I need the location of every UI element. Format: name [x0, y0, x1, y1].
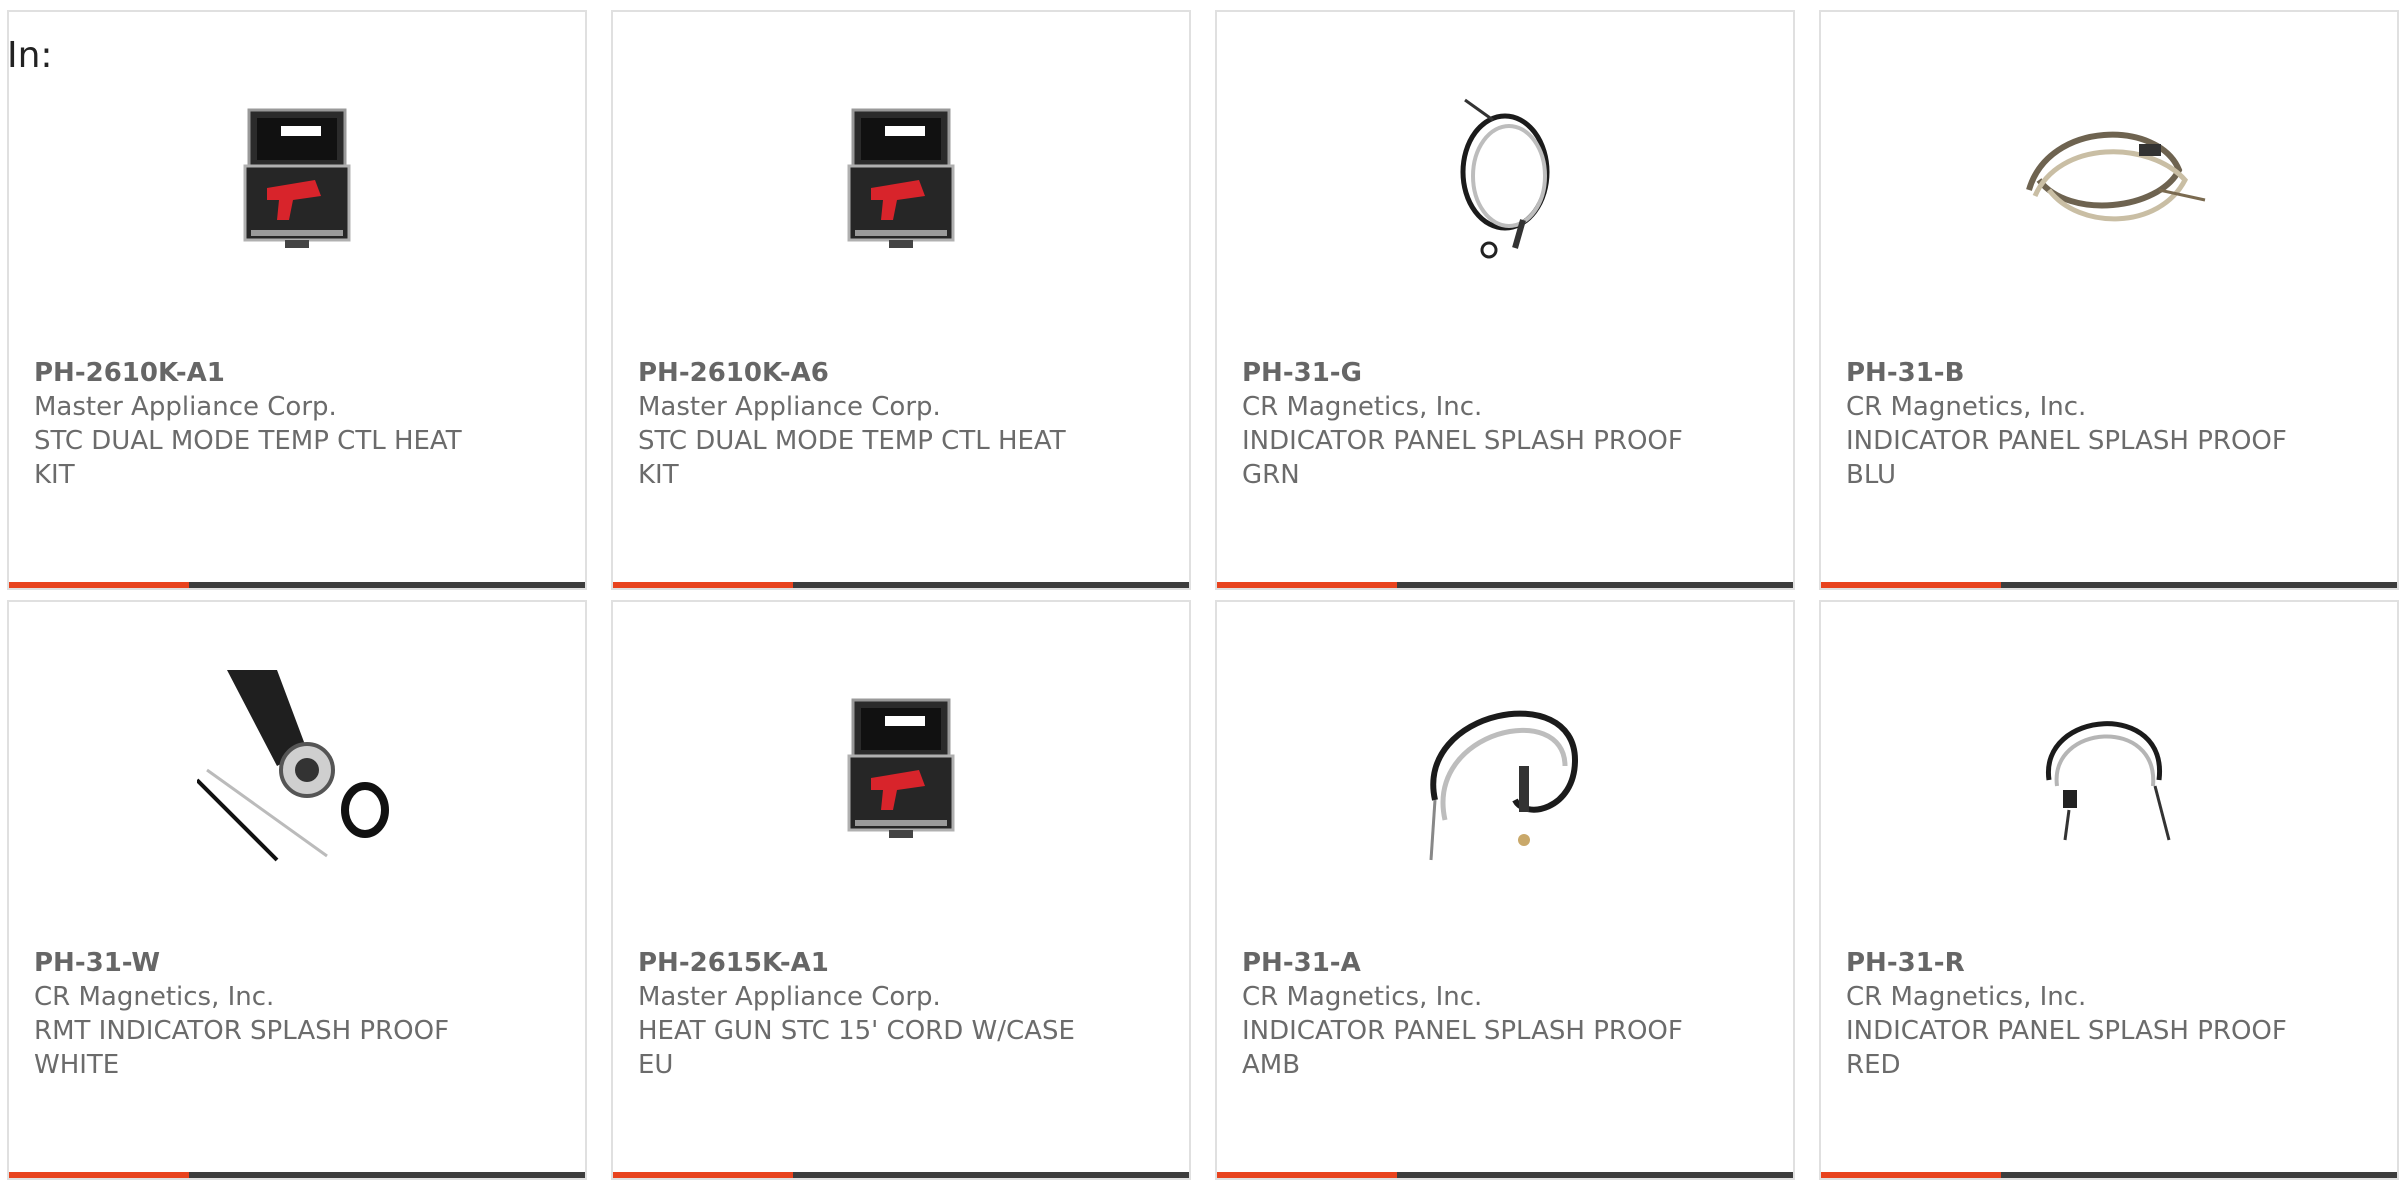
manufacturer: Master Appliance Corp.: [638, 982, 941, 1012]
product-image[interactable]: [197, 670, 397, 870]
part-number[interactable]: PH-2610K-A6: [638, 356, 1098, 390]
card-bottom-bar: [9, 1172, 585, 1178]
product-card[interactable]: PH-31-W CR Magnetics, Inc. RMT INDICATOR…: [7, 600, 587, 1180]
product-image[interactable]: [2009, 80, 2209, 280]
product-card[interactable]: PH-31-B CR Magnetics, Inc. INDICATOR PAN…: [1819, 10, 2399, 590]
product-card[interactable]: PH-31-R CR Magnetics, Inc. INDICATOR PAN…: [1819, 600, 2399, 1180]
product-image[interactable]: [1405, 670, 1605, 870]
card-accent: [1217, 1172, 1397, 1178]
product-image[interactable]: [197, 80, 397, 280]
card-accent: [9, 1172, 189, 1178]
manufacturer: CR Magnetics, Inc.: [34, 982, 275, 1012]
product-card[interactable]: PH-31-A CR Magnetics, Inc. INDICATOR PAN…: [1215, 600, 1795, 1180]
product-card[interactable]: PH-2610K-A1 Master Appliance Corp. STC D…: [7, 10, 587, 590]
card-bottom-bar: [1821, 1172, 2397, 1178]
manufacturer: CR Magnetics, Inc.: [1846, 982, 2087, 1012]
indicator-wire-icon: [2046, 721, 2171, 841]
manufacturer: Master Appliance Corp.: [638, 392, 941, 422]
card-accent: [1821, 582, 2001, 588]
card-bottom-bar: [613, 1172, 1189, 1178]
part-number[interactable]: PH-31-W: [34, 946, 494, 980]
product-card[interactable]: PH-31-G CR Magnetics, Inc. INDICATOR PAN…: [1215, 10, 1795, 590]
heat-gun-kit-icon: [243, 108, 351, 248]
product-image[interactable]: [1405, 80, 1605, 280]
part-number[interactable]: PH-2615K-A1: [638, 946, 1098, 980]
heat-gun-kit-icon: [847, 108, 955, 248]
part-number[interactable]: PH-31-A: [1242, 946, 1702, 980]
card-bottom-bar: [613, 582, 1189, 588]
card-bottom-bar: [1217, 582, 1793, 588]
product-image[interactable]: [801, 670, 1001, 870]
indicator-wire-icon: [1429, 710, 1579, 861]
manufacturer: CR Magnetics, Inc.: [1846, 392, 2087, 422]
card-accent: [613, 582, 793, 588]
card-bottom-bar: [1217, 1172, 1793, 1178]
description: INDICATOR PANEL SPLASH PROOF GRN: [1242, 426, 1683, 490]
card-accent: [613, 1172, 793, 1178]
description: INDICATOR PANEL SPLASH PROOF BLU: [1846, 426, 2287, 490]
description: INDICATOR PANEL SPLASH PROOF AMB: [1242, 1016, 1683, 1080]
part-number[interactable]: PH-2610K-A1: [34, 356, 494, 390]
description: STC DUAL MODE TEMP CTL HEAT KIT: [34, 426, 462, 490]
part-number[interactable]: PH-31-G: [1242, 356, 1702, 390]
description: STC DUAL MODE TEMP CTL HEAT KIT: [638, 426, 1066, 490]
manufacturer: Master Appliance Corp.: [34, 392, 337, 422]
product-image[interactable]: [2009, 670, 2209, 870]
description: RMT INDICATOR SPLASH PROOF WHITE: [34, 1016, 450, 1080]
part-number[interactable]: PH-31-R: [1846, 946, 2306, 980]
product-grid: PH-2610K-A1 Master Appliance Corp. STC D…: [7, 10, 2399, 1180]
card-accent: [9, 582, 189, 588]
card-bottom-bar: [9, 582, 585, 588]
product-card[interactable]: PH-2610K-A6 Master Appliance Corp. STC D…: [611, 10, 1191, 590]
product-card[interactable]: PH-2615K-A1 Master Appliance Corp. HEAT …: [611, 600, 1191, 1180]
indicator-wire-tan-icon: [2026, 131, 2206, 222]
product-image[interactable]: [801, 80, 1001, 280]
indicator-wire-icon: [1460, 98, 1550, 259]
indicator-closeup-icon: [197, 670, 389, 862]
manufacturer: CR Magnetics, Inc.: [1242, 392, 1483, 422]
description: HEAT GUN STC 15' CORD W/CASE EU: [638, 1016, 1075, 1080]
manufacturer: CR Magnetics, Inc.: [1242, 982, 1483, 1012]
card-accent: [1821, 1172, 2001, 1178]
part-number[interactable]: PH-31-B: [1846, 356, 2306, 390]
card-accent: [1217, 582, 1397, 588]
description: INDICATOR PANEL SPLASH PROOF RED: [1846, 1016, 2287, 1080]
heat-gun-kit-icon: [847, 698, 955, 838]
card-bottom-bar: [1821, 582, 2397, 588]
filter-label: In:: [7, 35, 53, 76]
